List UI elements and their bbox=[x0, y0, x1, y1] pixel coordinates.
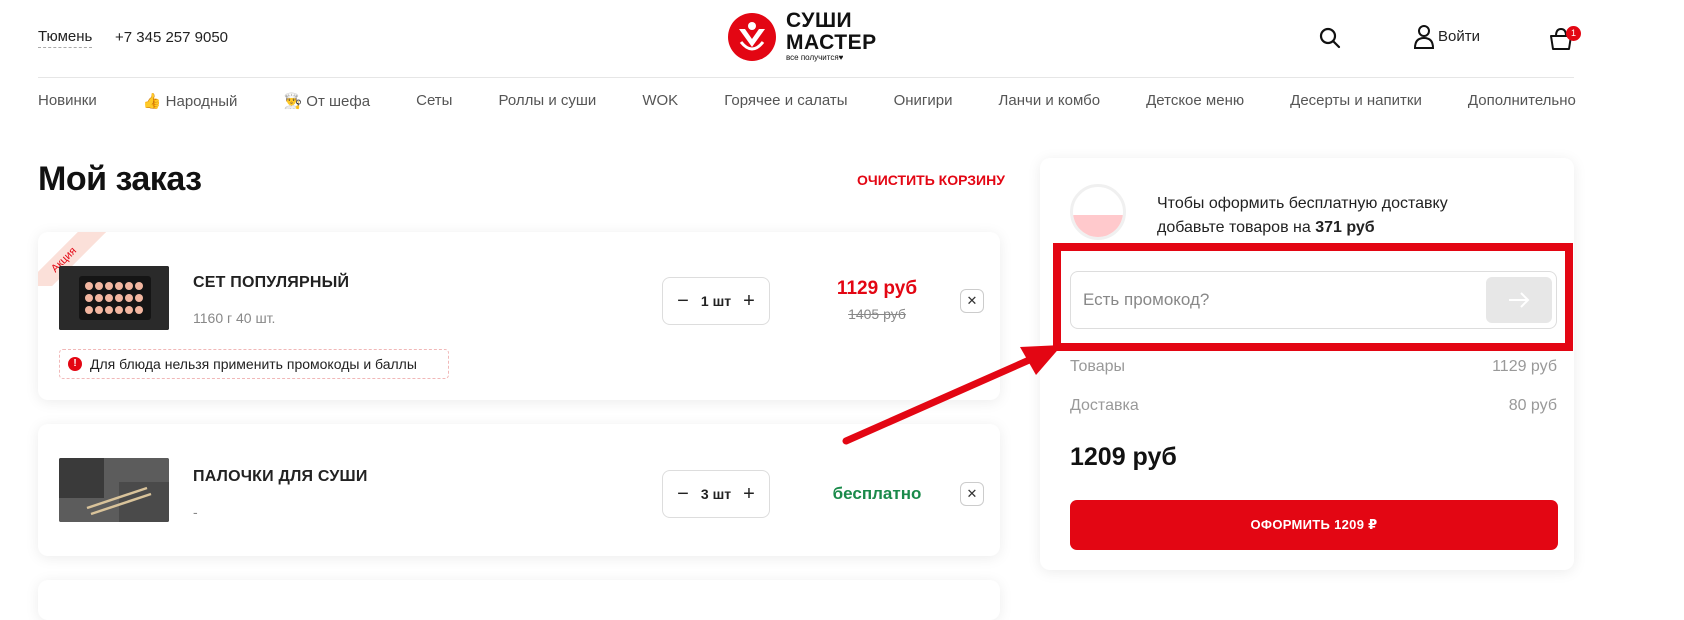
clear-cart-button[interactable]: ОЧИСТИТЬ КОРЗИНУ bbox=[857, 172, 1005, 188]
goods-label: Товары bbox=[1070, 358, 1126, 375]
logo-tagline: все получится♥ bbox=[786, 53, 844, 62]
nav-item-new[interactable]: Новинки bbox=[38, 92, 97, 110]
category-nav: Новинки 👍 Народный 👨‍🍳 От шефа Сеты Ролл… bbox=[38, 92, 1576, 110]
quantity-stepper: − 1 шт + bbox=[662, 277, 770, 325]
product-weight: - bbox=[193, 504, 198, 520]
product-name[interactable]: СЕТ ПОПУЛЯРНЫЙ bbox=[193, 274, 349, 292]
quantity-stepper: − 3 шт + bbox=[662, 470, 770, 518]
search-icon[interactable] bbox=[1318, 26, 1342, 50]
nav-item-popular[interactable]: 👍 Народный bbox=[143, 92, 238, 110]
free-delivery-message: Чтобы оформить бесплатную доставку добав… bbox=[1157, 195, 1448, 236]
plus-button[interactable]: + bbox=[741, 484, 757, 504]
cart-count-badge: 1 bbox=[1566, 26, 1581, 41]
nav-item-desserts[interactable]: Десерты и напитки bbox=[1290, 92, 1422, 110]
minus-button[interactable]: − bbox=[675, 484, 691, 504]
nav-item-more[interactable]: Дополнительно bbox=[1468, 92, 1576, 110]
nav-item-hot[interactable]: Горячее и салаты bbox=[724, 92, 847, 110]
nav-item-kids[interactable]: Детское меню bbox=[1146, 92, 1244, 110]
nav-item-onigiri[interactable]: Онигири bbox=[894, 92, 953, 110]
quantity-value: 3 шт bbox=[700, 486, 732, 502]
nav-item-sets[interactable]: Сеты bbox=[416, 92, 452, 110]
free-delivery-progress bbox=[1070, 184, 1126, 240]
phone-number[interactable]: +7 345 257 9050 bbox=[115, 29, 228, 46]
logo-icon bbox=[728, 13, 776, 61]
free-delivery-amount: 371 руб bbox=[1315, 219, 1375, 236]
cart-item-card bbox=[38, 580, 1000, 620]
city-selector[interactable]: Тюмень bbox=[38, 28, 93, 48]
highlight-box bbox=[1053, 243, 1573, 351]
delivery-label: Доставка bbox=[1070, 397, 1139, 414]
product-name[interactable]: ПАЛОЧКИ ДЛЯ СУШИ bbox=[193, 468, 368, 486]
nav-item-wok[interactable]: WOK bbox=[642, 92, 678, 110]
nav-item-chef[interactable]: 👨‍🍳 От шефа bbox=[283, 92, 370, 110]
product-image[interactable] bbox=[59, 458, 169, 522]
page-title: Мой заказ bbox=[38, 160, 202, 198]
minus-button[interactable]: − bbox=[675, 291, 691, 311]
order-total: 1209 руб bbox=[1070, 443, 1177, 471]
remove-item-button[interactable]: ✕ bbox=[960, 289, 984, 313]
plus-button[interactable]: + bbox=[741, 291, 757, 311]
checkout-button[interactable]: ОФОРМИТЬ 1209 ₽ bbox=[1070, 500, 1558, 550]
login-link[interactable]: Войти bbox=[1438, 28, 1480, 45]
product-weight: 1160 г 40 шт. bbox=[193, 310, 276, 326]
item-price-free: бесплатно bbox=[832, 484, 922, 503]
promo-restriction-notice: ! Для блюда нельзя применить промокоды и… bbox=[59, 349, 449, 379]
delivery-value: 80 руб bbox=[1508, 397, 1557, 414]
goods-value: 1129 руб bbox=[1492, 358, 1557, 375]
free-delivery-progress-fill bbox=[1073, 214, 1123, 237]
item-price: 1129 руб bbox=[836, 278, 918, 299]
info-icon: ! bbox=[68, 357, 82, 371]
remove-item-button[interactable]: ✕ bbox=[960, 482, 984, 506]
product-image[interactable] bbox=[59, 266, 169, 330]
nav-item-lunch[interactable]: Ланчи и комбо bbox=[999, 92, 1101, 110]
logo-title: СУШИ МАСТЕР bbox=[786, 9, 877, 54]
item-old-price: 1405 руб bbox=[848, 306, 906, 322]
annotation-arrow bbox=[842, 345, 1062, 445]
quantity-value: 1 шт bbox=[700, 293, 732, 309]
nav-item-rolls[interactable]: Роллы и суши bbox=[499, 92, 597, 110]
header-divider bbox=[38, 77, 1574, 78]
user-icon[interactable] bbox=[1413, 24, 1435, 50]
notice-text: Для блюда нельзя применить промокоды и б… bbox=[90, 356, 417, 372]
